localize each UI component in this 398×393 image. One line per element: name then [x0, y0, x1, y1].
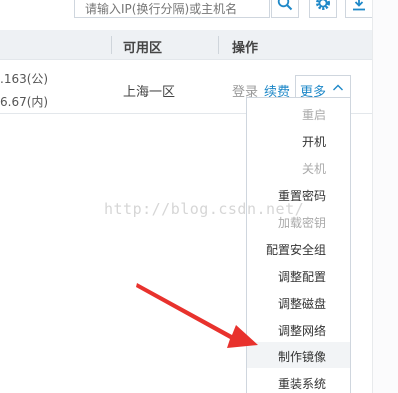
- menu-item-restart[interactable]: 重启: [302, 106, 326, 123]
- menu-item-shutdown[interactable]: 关机: [302, 160, 326, 177]
- settings-button[interactable]: [309, 0, 337, 18]
- menu-item-security-group[interactable]: 配置安全组: [266, 241, 326, 258]
- menu-item-adjust-disk[interactable]: 调整磁盘: [278, 295, 326, 312]
- chevron-up-icon: [332, 82, 344, 97]
- menu-item-adjust-config[interactable]: 调整配置: [278, 268, 326, 285]
- table-header: 可用区 操作: [0, 30, 372, 60]
- download-icon: [351, 0, 367, 14]
- menu-item-start[interactable]: 开机: [302, 133, 326, 150]
- menu-item-adjust-network[interactable]: 调整网络: [278, 322, 326, 339]
- column-zone-header: 可用区: [123, 41, 163, 56]
- scrollbar[interactable]: [372, 0, 398, 393]
- ip-public: .163(公): [0, 72, 49, 86]
- more-menu: 重启 开机 关机 重置密码 加载密钥 配置安全组 调整配置 调整磁盘 调整网络 …: [246, 97, 351, 393]
- column-divider: [111, 36, 112, 54]
- watermark: http://blog.csdn.net/: [104, 200, 305, 218]
- gear-icon: [314, 0, 332, 15]
- menu-item-create-image[interactable]: 制作镜像: [278, 348, 326, 365]
- search-button[interactable]: [271, 0, 299, 18]
- menu-item-reinstall[interactable]: 重装系统: [278, 375, 326, 392]
- search-input[interactable]: [74, 0, 270, 18]
- download-button[interactable]: [345, 0, 373, 18]
- zone-cell: 上海一区: [123, 85, 176, 100]
- column-divider: [218, 36, 219, 54]
- toolbar: [0, 0, 398, 22]
- ip-private: 6.67(内): [0, 95, 49, 109]
- column-ops-header: 操作: [232, 41, 259, 56]
- search-icon: [277, 0, 293, 14]
